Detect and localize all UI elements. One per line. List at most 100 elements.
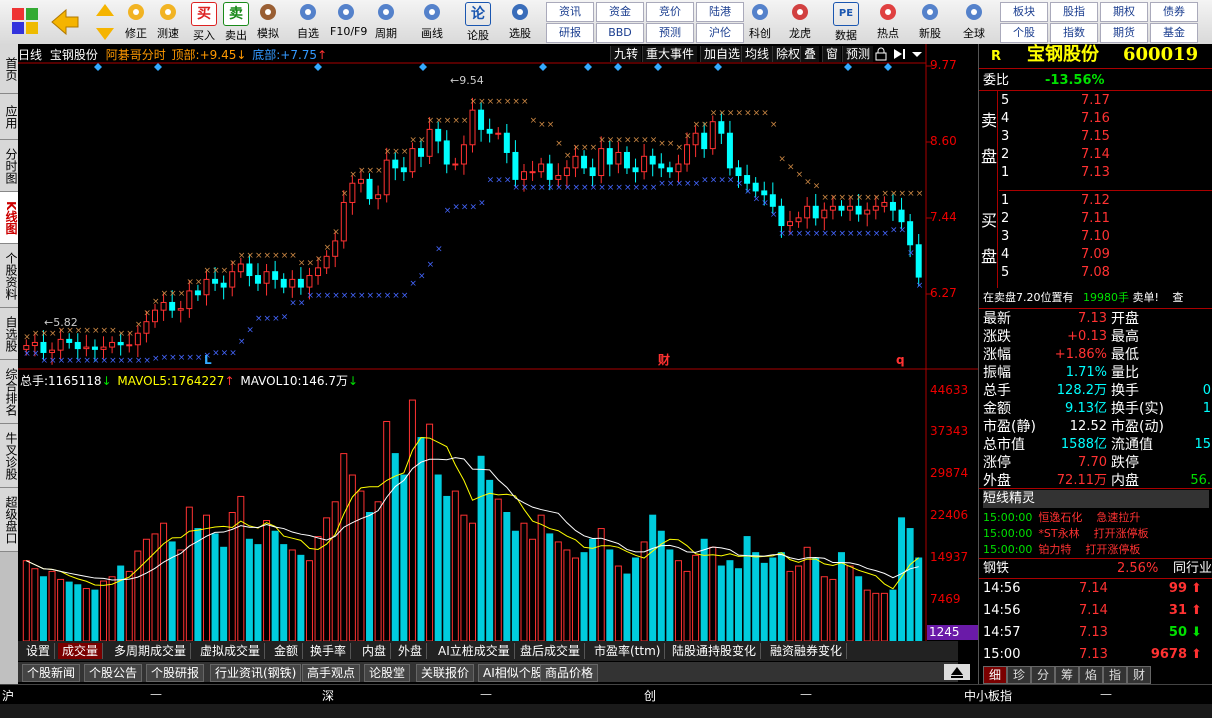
toolbar-grid-right-1-3[interactable]: 基金 [1150, 23, 1198, 43]
chart-func-7[interactable]: 预测 [842, 46, 874, 62]
buy-price[interactable]: 7.08 [1081, 264, 1110, 282]
toolbar-grid-right-1-1[interactable]: 指数 [1050, 23, 1098, 43]
toolbar-grid-1-3[interactable]: 沪伦 [696, 23, 744, 43]
news-tab-8[interactable]: 商品价格 [540, 664, 599, 682]
chart-func-6[interactable]: 窗 [822, 46, 842, 62]
dropdown-icon[interactable] [910, 47, 924, 61]
sell-price[interactable]: 7.15 [1081, 128, 1110, 146]
indicator-tab-11[interactable]: 陆股通持股变化 [668, 643, 762, 659]
zx-index-label[interactable]: 中小板指 [964, 687, 1012, 704]
toolbar-button-9[interactable]: 论论股 [462, 2, 494, 42]
left-tab-5[interactable]: 自选股 [0, 308, 18, 360]
toolbar-button-6[interactable]: F10/F9 [330, 2, 367, 42]
toolbar-button-7[interactable]: 周期 [370, 2, 402, 42]
toolbar-grid-0-1[interactable]: 资金 [596, 2, 644, 22]
toolbar-grid-right-0-0[interactable]: 板块 [1000, 2, 1048, 22]
toolbar-button-11[interactable]: 科创 [744, 2, 776, 42]
toolbar-grid-0-2[interactable]: 竞价 [646, 2, 694, 22]
indicator-tab-8[interactable]: AI立桩成交量 [434, 643, 515, 659]
news-tab-2[interactable]: 个股研报 [146, 664, 205, 682]
left-tab-4[interactable]: 个股资料 [0, 244, 18, 308]
sell-price[interactable]: 7.17 [1081, 92, 1110, 110]
toolbar-button-12[interactable]: 龙虎 [784, 2, 816, 42]
indicator-tab-9[interactable]: 盘后成交量 [516, 643, 586, 659]
up-down-buttons[interactable] [92, 2, 118, 42]
toolbar-grid-1-1[interactable]: BBD [596, 23, 644, 43]
toolbar-button-2[interactable]: 买买入 [188, 2, 220, 42]
toolbar-grid-right-1-0[interactable]: 个股 [1000, 23, 1048, 43]
toolbar-button-5[interactable]: 自选 [292, 2, 324, 42]
sell-price[interactable]: 7.16 [1081, 110, 1110, 128]
chart-func-1[interactable]: 重大事件 [642, 46, 698, 62]
left-tab-6[interactable]: 综合排名 [0, 360, 18, 424]
quote-panel-tab-3[interactable]: 筹 [1055, 666, 1079, 684]
quote-panel-tab-6[interactable]: 财 [1127, 666, 1151, 684]
toolbar-grid-1-2[interactable]: 预测 [646, 23, 694, 43]
chart-func-2[interactable]: 加自选 [700, 46, 744, 62]
toolbar-grid-0-3[interactable]: 陆港 [696, 2, 744, 22]
news-tab-3[interactable]: 行业资讯(钢铁) [210, 664, 302, 682]
kline-chart-area[interactable]: × × × × × × × × × × × × × × × × × × × × × × × × × × × × × × × × × × × × × × × ×… [18, 44, 978, 642]
left-tab-1[interactable]: 应用 [0, 94, 18, 140]
toolbar-grid-right-0-3[interactable]: 债券 [1150, 2, 1198, 22]
chart-func-4[interactable]: 除权 [772, 46, 804, 62]
indicator-tab-0[interactable]: 设置 [22, 643, 56, 659]
quote-panel-tab-2[interactable]: 分 [1031, 666, 1055, 684]
news-tab-7[interactable]: AI相似个股 [478, 664, 548, 682]
toolbar-grid-0-0[interactable]: 资讯 [546, 2, 594, 22]
industry-name[interactable]: 钢铁 [983, 560, 1009, 578]
toolbar-button-8[interactable]: 画线 [416, 2, 448, 42]
short-line-item[interactable]: 15:00:00 恒逸石化 急速拉升 [983, 510, 1140, 526]
indicator-tab-10[interactable]: 市盈率(ttm) [590, 643, 666, 659]
news-tab-4[interactable]: 高手观点 [302, 664, 361, 682]
news-tab-1[interactable]: 个股公告 [84, 664, 143, 682]
chart-func-0[interactable]: 九转 [610, 46, 642, 62]
sz-index-label[interactable]: 深 [322, 687, 334, 704]
toolbar-button-1[interactable]: 测速 [152, 2, 184, 42]
news-tab-6[interactable]: 关联报价 [416, 664, 475, 682]
short-line-title[interactable]: 短线精灵 [983, 490, 1209, 508]
short-line-item[interactable]: 15:00:00 铂力特 打开涨停板 [983, 542, 1140, 558]
indicator-name[interactable]: 阿碁哥分时 [106, 48, 166, 62]
toolbar-grid-1-0[interactable]: 研报 [546, 23, 594, 43]
buy-price[interactable]: 7.12 [1081, 192, 1110, 210]
indicator-tab-2[interactable]: 多周期成交量 [110, 643, 192, 659]
back-button[interactable] [48, 4, 82, 40]
quote-panel-tab-5[interactable]: 指 [1103, 666, 1127, 684]
period-label[interactable]: 日线 [18, 48, 42, 62]
toolbar-button-13[interactable]: PE 数据 [830, 2, 862, 42]
left-tab-3[interactable]: K线图 [0, 192, 18, 244]
indicator-tab-1[interactable]: 成交量 [58, 643, 104, 659]
news-tab-0[interactable]: 个股新闻 [22, 664, 81, 682]
buy-price[interactable]: 7.11 [1081, 210, 1110, 228]
cy-index-label[interactable]: 创 [644, 687, 656, 704]
chart-func-5[interactable]: 叠 [800, 46, 820, 62]
indicator-tab-7[interactable]: 外盘 [394, 643, 428, 659]
toolbar-grid-right-0-1[interactable]: 股指 [1050, 2, 1098, 22]
play-icon[interactable] [892, 47, 906, 61]
toolbar-grid-right-1-2[interactable]: 期货 [1100, 23, 1148, 43]
indicator-tab-3[interactable]: 虚拟成交量 [196, 643, 266, 659]
buy-price[interactable]: 7.09 [1081, 246, 1110, 264]
toolbar-button-10[interactable]: 选股 [504, 2, 536, 42]
toolbar-button-0[interactable]: 修正 [120, 2, 152, 42]
indicator-tab-4[interactable]: 金额 [270, 643, 304, 659]
sell-price[interactable]: 7.13 [1081, 164, 1110, 182]
news-tab-5[interactable]: 论股堂 [364, 664, 411, 682]
quote-panel-tab-1[interactable]: 珍 [1007, 666, 1031, 684]
lock-icon[interactable] [874, 47, 888, 61]
left-tab-7[interactable]: 牛叉诊股 [0, 424, 18, 488]
indicator-tab-5[interactable]: 换手率 [306, 643, 352, 659]
toolbar-button-3[interactable]: 卖卖出 [220, 2, 252, 42]
toolbar-button-16[interactable]: 全球 [958, 2, 990, 42]
big-order-alert[interactable]: 在卖盘7.20位置有 19980手 卖单! 查 [983, 289, 1183, 307]
buy-price[interactable]: 7.10 [1081, 228, 1110, 246]
toolbar-grid-right-0-2[interactable]: 期权 [1100, 2, 1148, 22]
sell-price[interactable]: 7.14 [1081, 146, 1110, 164]
collapse-up-button[interactable] [944, 664, 970, 680]
indicator-tab-6[interactable]: 内盘 [358, 643, 392, 659]
short-line-item[interactable]: 15:00:00 *ST永林 打开涨停板 [983, 526, 1149, 542]
left-tab-2[interactable]: 分时图 [0, 140, 18, 192]
left-tab-0[interactable]: 首页 [0, 44, 18, 94]
quote-panel-tab-0[interactable]: 细 [983, 666, 1007, 684]
